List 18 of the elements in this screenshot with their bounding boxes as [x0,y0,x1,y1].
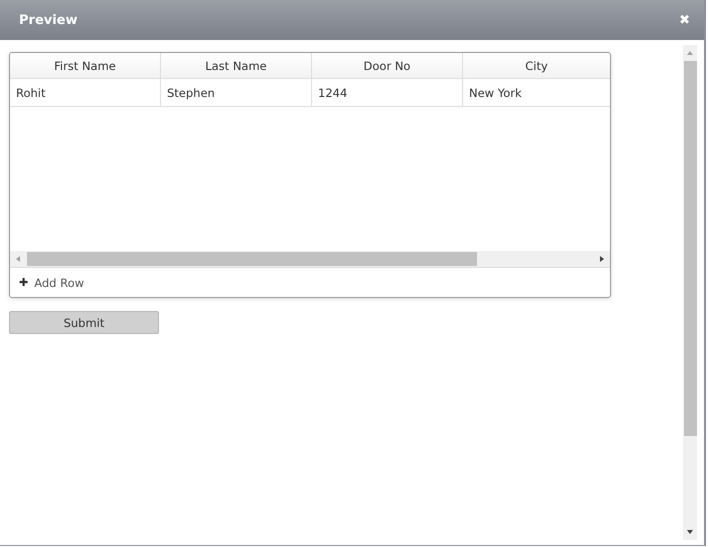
table-cell-text: New York [468,84,523,102]
table-cell: Rohit [10,79,161,106]
add-row-button[interactable]: ✚ Add Row [10,268,90,297]
column-header[interactable]: Last Name [161,53,312,78]
scroll-left-icon[interactable] [14,255,22,263]
column-header[interactable]: First Name [10,53,161,78]
table-cell: Stephen [161,79,312,106]
table-cell: 1244 [312,79,463,106]
column-header[interactable]: City [463,53,610,78]
column-header[interactable]: Door No [312,53,463,78]
dialog-title: Preview [19,12,78,28]
submit-button[interactable]: Submit [9,311,159,334]
scroll-right-icon[interactable] [598,255,606,263]
scrollbar-thumb[interactable] [27,252,477,266]
scrollbar-thumb[interactable] [684,61,696,436]
plus-icon: ✚ [19,276,28,289]
scroll-down-icon[interactable] [686,528,694,536]
scroll-up-icon[interactable] [686,49,694,57]
